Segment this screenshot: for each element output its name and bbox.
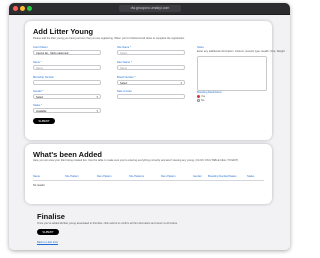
close-window-icon[interactable] xyxy=(13,6,18,11)
browser-window: dw.groupcro.umakyl.com Add Litter Young … xyxy=(9,3,290,250)
add-litter-card: Add Litter Young Please add the litter y… xyxy=(25,21,285,140)
microchip-label: Microchip Number xyxy=(33,76,55,79)
column-header[interactable]: Dam Pattern xyxy=(97,175,112,178)
notes-textarea[interactable] xyxy=(197,56,267,91)
chevron-down-icon: ▾ xyxy=(96,95,98,99)
gender-value: Select xyxy=(36,96,44,99)
microchip-field[interactable] xyxy=(33,80,101,85)
name-field[interactable]: Name xyxy=(33,65,101,70)
name-label: Name * xyxy=(33,61,42,64)
added-title: What's been Added xyxy=(33,150,103,159)
add-litter-title: Add Litter Young xyxy=(33,27,94,36)
add-litter-submit-button[interactable]: SUBMIT xyxy=(33,118,55,124)
column-header[interactable]: Breeding Number/Status xyxy=(208,175,236,178)
finalise-submit-button[interactable]: SUBMIT xyxy=(37,229,59,235)
column-header[interactable]: Sire Patterns xyxy=(129,175,144,178)
gender-select[interactable]: Select ▾ xyxy=(33,94,101,99)
date-of-litter-label: Date of Litter xyxy=(117,90,132,93)
litter-pattern-label: Litter Pattern xyxy=(33,46,48,49)
address-bar[interactable]: dw.groupcro.umakyl.com xyxy=(119,5,181,12)
sire-name-label: Sire Name * xyxy=(117,46,131,49)
column-header[interactable]: Status xyxy=(247,175,254,178)
status-value: Available xyxy=(36,110,47,113)
breeding-yes-radio[interactable] xyxy=(197,95,200,98)
breed-number-label: Breed Number * xyxy=(117,76,136,79)
column-header[interactable]: Dam Pattern xyxy=(161,175,176,178)
back-to-litter-intro-link[interactable]: Back to Litter Intro xyxy=(37,241,58,244)
date-of-litter-field[interactable] xyxy=(117,94,185,99)
breed-number-select[interactable]: Select ▾ xyxy=(117,80,185,85)
browser-titlebar: dw.groupcro.umakyl.com xyxy=(9,3,290,15)
minimize-window-icon[interactable] xyxy=(20,6,25,11)
added-table-card: What's been Added Here you can view your… xyxy=(25,144,272,204)
add-litter-intro: Please add the litter young you have jus… xyxy=(33,37,185,40)
added-intro: Here you can view your litter being crea… xyxy=(33,159,239,162)
table-header-divider xyxy=(33,180,264,181)
status-label: Status * xyxy=(33,104,43,107)
maximize-window-icon[interactable] xyxy=(27,6,32,11)
chevron-down-icon: ▾ xyxy=(180,81,182,85)
column-header[interactable]: Sire Pattern xyxy=(65,175,79,178)
breeding-restrictions-label: Breeding Restrictions xyxy=(197,91,222,94)
breeding-no-radio[interactable] xyxy=(197,99,200,102)
table-empty-message: No results xyxy=(33,184,45,187)
dam-name-label: Dam Name * xyxy=(117,61,132,64)
column-header[interactable]: Gender xyxy=(193,175,202,178)
breeding-yes-label: Yes xyxy=(201,95,206,98)
breeding-no-label: No xyxy=(201,99,205,102)
notes-label: Notes xyxy=(197,46,204,49)
finalise-title: Finalise xyxy=(37,212,65,221)
page-content: Add Litter Young Please add the litter y… xyxy=(9,15,290,250)
notes-hint: Enter any additional information. Colour… xyxy=(197,50,286,53)
status-select[interactable]: Available ▾ xyxy=(33,108,101,113)
breed-number-value: Select xyxy=(120,82,128,85)
dam-name-field[interactable]: Name xyxy=(117,65,185,70)
gender-label: Gender * xyxy=(33,90,44,93)
sire-name-field[interactable]: Select xyxy=(117,50,185,55)
litter-pattern-field[interactable]: Canine fat - Slotty patterned xyxy=(33,50,101,55)
chevron-down-icon: ▾ xyxy=(96,109,98,113)
finalise-text: Once you've added all litter young assoc… xyxy=(37,222,178,225)
column-header[interactable]: Name xyxy=(33,175,40,178)
